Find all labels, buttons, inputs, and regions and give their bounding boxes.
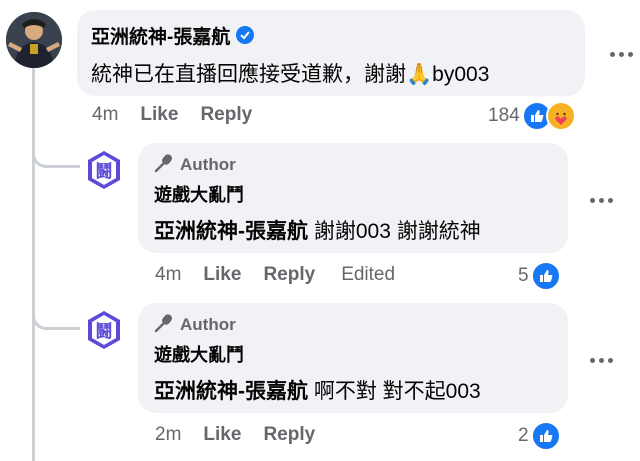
microphone-icon	[154, 153, 174, 178]
page-name[interactable]: 遊戲大亂鬥	[154, 181, 552, 209]
microphone-icon	[154, 313, 174, 338]
comment-timestamp[interactable]: 4m	[92, 104, 118, 126]
commenter-avatar[interactable]	[6, 12, 62, 68]
like-icon	[530, 261, 561, 291]
reply-button[interactable]: Reply	[263, 264, 315, 286]
reaction-summary[interactable]: 5	[518, 261, 561, 291]
mention-link[interactable]: 亞洲統神-張嘉航	[154, 380, 308, 403]
folded-hands-icon: 🙏	[406, 63, 433, 86]
reply-timestamp[interactable]: 2m	[155, 424, 181, 446]
svg-text:鬪: 鬪	[96, 162, 113, 182]
care-icon	[545, 101, 576, 131]
page-avatar[interactable]: 鬪	[83, 149, 125, 191]
reply-actions: 2m Like Reply	[155, 424, 315, 446]
comment-actions: 4m Like Reply	[92, 104, 252, 126]
mention-link[interactable]: 亞洲統神-張嘉航	[154, 220, 308, 243]
page-avatar[interactable]: 鬪	[83, 309, 125, 351]
svg-text:鬪: 鬪	[96, 322, 113, 342]
reaction-count: 5	[518, 265, 529, 286]
more-options-button[interactable]	[610, 52, 633, 57]
like-button[interactable]: Like	[203, 264, 241, 286]
reply-timestamp[interactable]: 4m	[155, 264, 181, 286]
commenter-name[interactable]: 亞洲統神-張嘉航	[91, 22, 230, 49]
thread-connector	[32, 270, 80, 330]
reply-bubble: Author 遊戲大亂鬥 亞洲統神-張嘉航 謝謝003 謝謝統神	[138, 143, 568, 253]
thread-connector	[32, 110, 80, 168]
reaction-summary[interactable]: 2	[518, 421, 561, 451]
like-button[interactable]: Like	[203, 424, 241, 446]
like-icon	[530, 421, 561, 451]
comment-text: 統神已在直播回應接受道歉，謝謝🙏by003	[91, 63, 490, 86]
reaction-count: 184	[488, 105, 520, 126]
like-button[interactable]: Like	[140, 104, 178, 126]
author-badge: Author	[154, 151, 552, 179]
reply-text: 亞洲統神-張嘉航 啊不對 對不起003	[154, 380, 481, 403]
reaction-count: 2	[518, 425, 529, 446]
reply-actions: 4m Like Reply Edited	[155, 264, 395, 286]
reply-text: 亞洲統神-張嘉航 謝謝003 謝謝統神	[154, 220, 481, 243]
verified-badge-icon	[236, 26, 255, 44]
edited-label[interactable]: Edited	[341, 264, 395, 286]
more-options-button[interactable]	[590, 198, 613, 203]
comment-bubble: 亞洲統神-張嘉航 統神已在直播回應接受道歉，謝謝🙏by003	[77, 10, 585, 96]
author-badge: Author	[154, 311, 552, 339]
page-name[interactable]: 遊戲大亂鬥	[154, 341, 552, 369]
reaction-summary[interactable]: 184	[488, 101, 576, 131]
more-options-button[interactable]	[590, 358, 613, 363]
reply-button[interactable]: Reply	[263, 424, 315, 446]
reply-button[interactable]: Reply	[200, 104, 252, 126]
reply-bubble: Author 遊戲大亂鬥 亞洲統神-張嘉航 啊不對 對不起003	[138, 303, 568, 413]
